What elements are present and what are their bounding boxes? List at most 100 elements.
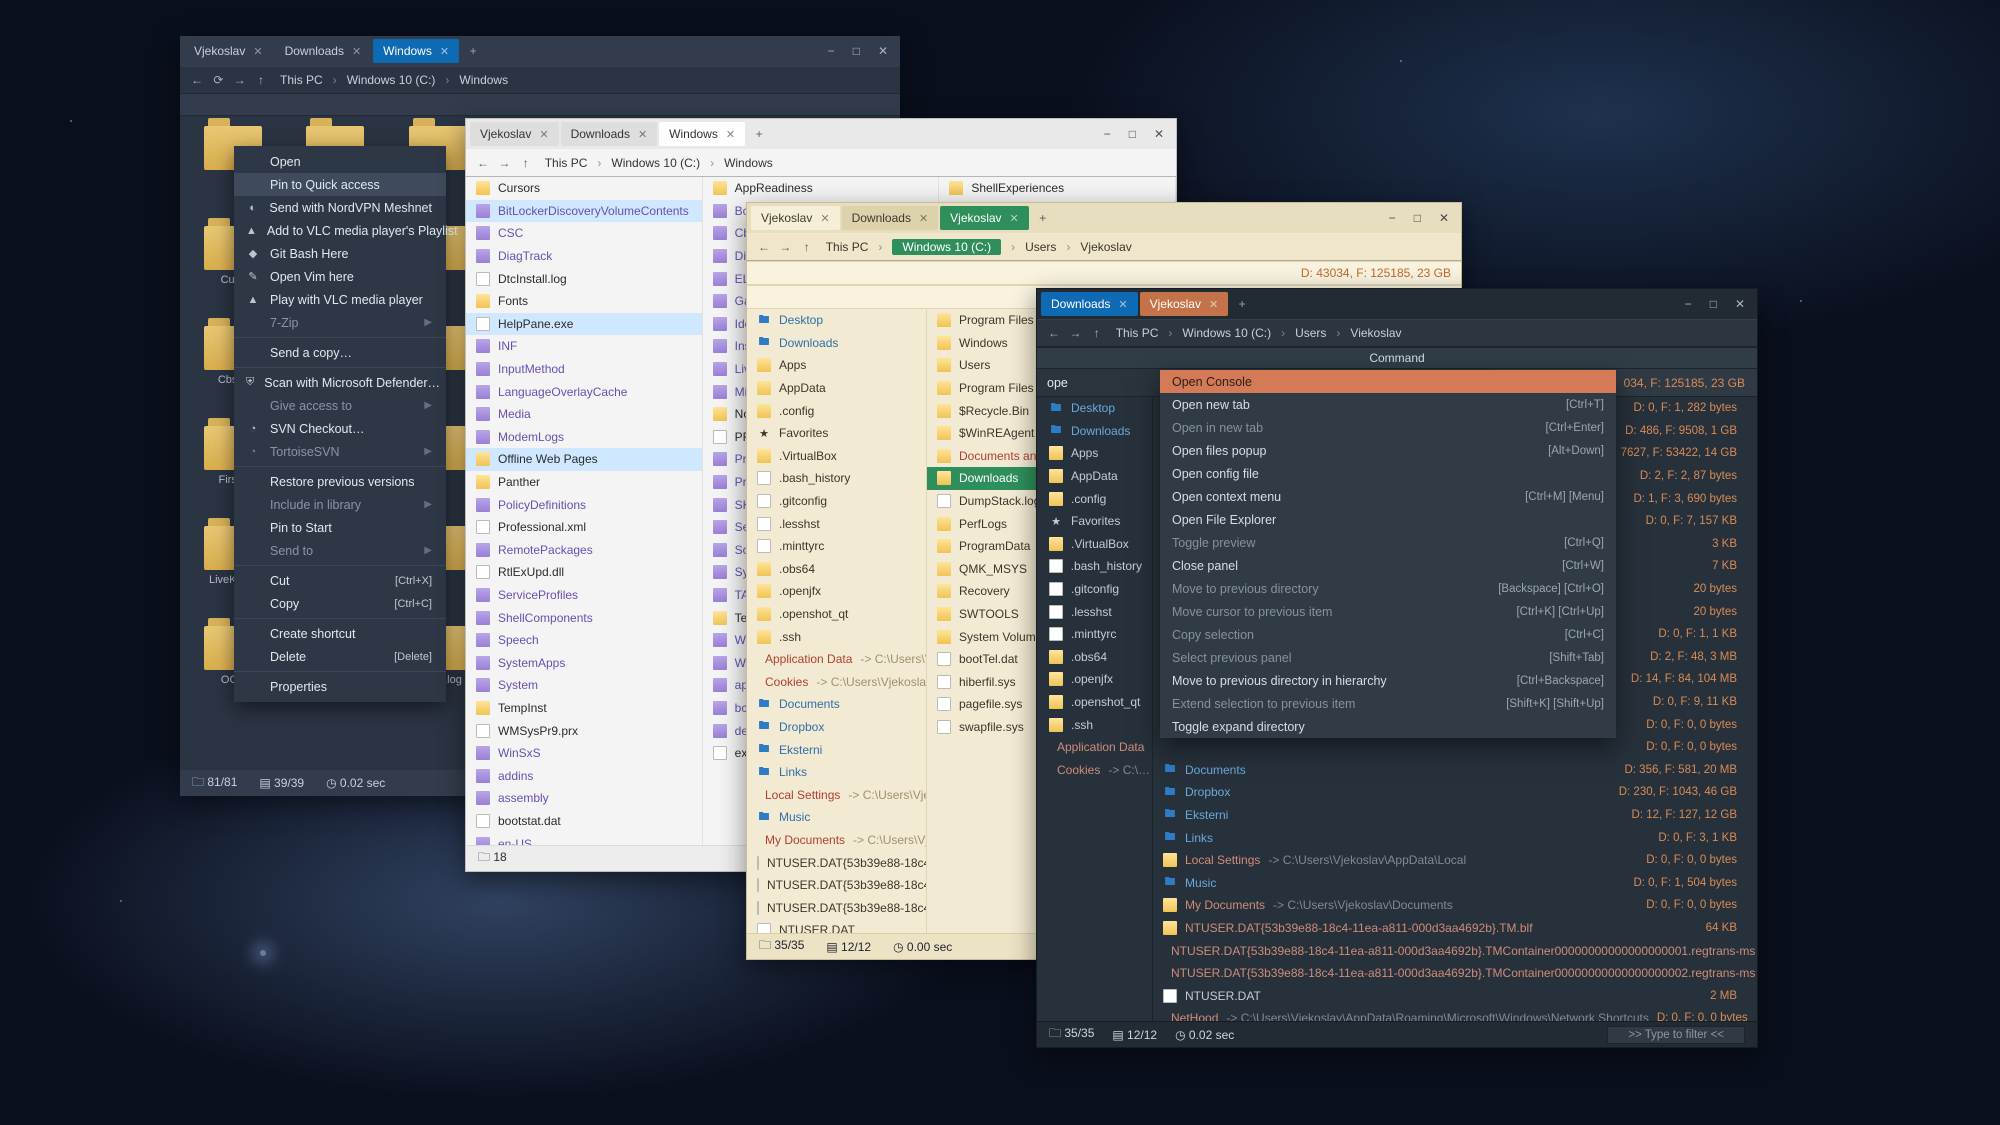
palette-item[interactable]: Move to previous directory[Backspace] [C… (1160, 577, 1616, 600)
list-item[interactable]: 🖿Documents (747, 693, 926, 716)
breadcrumb-segment[interactable]: Windows (459, 73, 508, 87)
palette-item[interactable]: Open new tab[Ctrl+T] (1160, 393, 1616, 416)
palette-item[interactable]: Copy selection[Ctrl+C] (1160, 623, 1616, 646)
tab[interactable]: Downloads✕ (275, 39, 372, 63)
list-item[interactable]: .VirtualBox (1037, 533, 1152, 556)
list-item[interactable]: LanguageOverlayCache (466, 380, 702, 403)
list-item[interactable]: 🖿DocumentsD: 356, F: 581, 20 MB (1153, 759, 1757, 782)
breadcrumb-segment[interactable]: Windows 10 (C:) (347, 73, 436, 87)
back-icon[interactable]: ← (755, 240, 773, 254)
minimize-icon[interactable]: − (1104, 127, 1111, 141)
menu-item[interactable]: Pin to Start (234, 516, 446, 539)
list-item[interactable]: RtlExUpd.dll (466, 561, 702, 584)
breadcrumb[interactable]: This PC›Windows 10 (C:)›Users›Vjekoslav (826, 239, 1132, 255)
list-item[interactable]: 🖿MusicD: 0, F: 1, 504 bytes (1153, 871, 1757, 894)
list-item[interactable]: .minttyrc (747, 535, 926, 558)
close-icon[interactable]: ✕ (1154, 127, 1164, 141)
close-tab-icon[interactable]: ✕ (1209, 298, 1218, 311)
menu-item[interactable]: ▲Add to VLC media player's Playlist (234, 219, 446, 242)
breadcrumb[interactable]: This PC›Windows 10 (C:)›Windows (545, 156, 773, 170)
breadcrumb[interactable]: This PC›Windows 10 (C:)›Windows (280, 73, 508, 87)
list-item[interactable]: Cursors (466, 177, 702, 200)
list-item[interactable]: NTUSER.DAT{53b39e88-18c4-11ea-a811-000d3… (747, 851, 926, 874)
list-item[interactable]: AppReadiness (703, 177, 939, 200)
palette-item[interactable]: Open Console (1160, 370, 1616, 393)
context-menu[interactable]: OpenPin to Quick access◐Send with NordVP… (234, 146, 446, 702)
breadcrumb-segment[interactable]: Windows (724, 156, 773, 170)
list-item[interactable]: ServiceProfiles (466, 584, 702, 607)
list-item[interactable]: 🖿Links (747, 761, 926, 784)
menu-item[interactable]: Send a copy… (234, 341, 446, 364)
menu-item[interactable]: Send to▶ (234, 539, 446, 562)
tab[interactable]: Downloads✕ (1041, 292, 1138, 316)
list-item[interactable]: ★Favorites (747, 422, 926, 445)
up-icon[interactable]: ↑ (252, 73, 270, 87)
list-item[interactable]: .gitconfig (1037, 578, 1152, 601)
list-item[interactable]: Media (466, 403, 702, 426)
list-item[interactable]: Apps (747, 354, 926, 377)
list-item[interactable]: PolicyDefinitions (466, 493, 702, 516)
list-item[interactable]: ShellExperiences (939, 177, 1175, 200)
back-icon[interactable]: ← (1045, 326, 1063, 340)
tab[interactable]: Vjekoslav✕ (940, 206, 1029, 230)
forward-icon[interactable]: → (776, 240, 794, 254)
list-item[interactable]: INF (466, 335, 702, 358)
palette-item[interactable]: Open in new tab[Ctrl+Enter] (1160, 416, 1616, 439)
list-item[interactable]: 🖿Downloads (747, 332, 926, 355)
close-tab-icon[interactable]: ✕ (539, 128, 548, 141)
list-item[interactable]: Local Settings -> C:\Users\Vjekoslav\App… (747, 783, 926, 806)
minimize-icon[interactable]: − (1685, 297, 1692, 311)
command-palette[interactable]: Open ConsoleOpen new tab[Ctrl+T]Open in … (1160, 370, 1616, 738)
breadcrumb-segment[interactable]: Viekoslav (1350, 326, 1401, 340)
list-item[interactable]: .VirtualBox (747, 445, 926, 468)
tab[interactable]: Vjekoslav✕ (470, 122, 559, 146)
list-item[interactable]: .config (747, 399, 926, 422)
list-item[interactable]: .minttyrc (1037, 623, 1152, 646)
list-item[interactable]: 🖿Desktop (747, 309, 926, 332)
list-item[interactable]: NTUSER.DAT{53b39e88-18c4-11ea-a811-000d3… (747, 896, 926, 919)
menu-item[interactable]: ⛨Scan with Microsoft Defender… (234, 371, 446, 394)
up-icon[interactable]: ↑ (798, 240, 816, 254)
tab[interactable]: Vjekoslav✕ (184, 39, 273, 63)
list-item[interactable]: My Documents -> C:\Users\Vjekoslav\Docum… (1153, 894, 1757, 917)
menu-item[interactable]: Include in library▶ (234, 493, 446, 516)
breadcrumb-segment[interactable]: Windows 10 (C:) (892, 239, 1001, 255)
list-item[interactable]: .ssh (1037, 713, 1152, 736)
list-item[interactable]: .lesshst (1037, 600, 1152, 623)
breadcrumb-segment[interactable]: This PC (826, 240, 869, 254)
list-item[interactable]: ShellComponents (466, 606, 702, 629)
menu-item[interactable]: 7-Zip▶ (234, 311, 446, 334)
palette-item[interactable]: Select previous panel[Shift+Tab] (1160, 646, 1616, 669)
menu-item[interactable]: Copy[Ctrl+C] (234, 592, 446, 615)
menu-item[interactable]: Properties (234, 675, 446, 698)
tab[interactable]: Windows✕ (659, 122, 745, 146)
list-item[interactable]: BitLockerDiscoveryVolumeContents (466, 200, 702, 223)
list-item[interactable]: 🖿DropboxD: 230, F: 1043, 46 GB (1153, 781, 1757, 804)
list-item[interactable]: Offline Web Pages (466, 448, 702, 471)
column-1[interactable]: CursorsBitLockerDiscoveryVolumeContentsC… (466, 177, 703, 845)
palette-item[interactable]: Close panel[Ctrl+W] (1160, 554, 1616, 577)
list-item[interactable]: NTUSER.DAT{53b39e88-18c4-11ea-a811-000d3… (1153, 939, 1757, 962)
tab[interactable]: Downloads✕ (842, 206, 939, 230)
list-item[interactable]: Panther (466, 471, 702, 494)
list-item[interactable]: .bash_history (747, 467, 926, 490)
list-item[interactable]: AppData (747, 377, 926, 400)
list-item[interactable]: Apps (1037, 442, 1152, 465)
list-item[interactable]: 🖿Desktop (1037, 397, 1152, 420)
list-item[interactable]: CSC (466, 222, 702, 245)
close-tab-icon[interactable]: ✕ (820, 212, 829, 225)
up-icon[interactable]: ↑ (517, 156, 535, 170)
list-item[interactable]: NTUSER.DAT{53b39e88-18c4-11ea-a811-000d3… (1153, 917, 1757, 940)
list-item[interactable]: .lesshst (747, 512, 926, 535)
palette-item[interactable]: Toggle preview[Ctrl+Q] (1160, 531, 1616, 554)
breadcrumb-segment[interactable]: This PC (1116, 326, 1159, 340)
refresh-icon[interactable]: ⟳ (209, 73, 227, 87)
list-item[interactable]: .openshot_qt (1037, 691, 1152, 714)
list-item[interactable]: Fonts (466, 290, 702, 313)
list-item[interactable]: TempInst (466, 697, 702, 720)
list-item[interactable]: Professional.xml (466, 516, 702, 539)
list-item[interactable]: bootstat.dat (466, 810, 702, 833)
tab[interactable]: Vjekoslav✕ (1140, 292, 1229, 316)
list-item[interactable]: 🖿Eksterni (747, 738, 926, 761)
maximize-icon[interactable]: □ (1710, 297, 1717, 311)
